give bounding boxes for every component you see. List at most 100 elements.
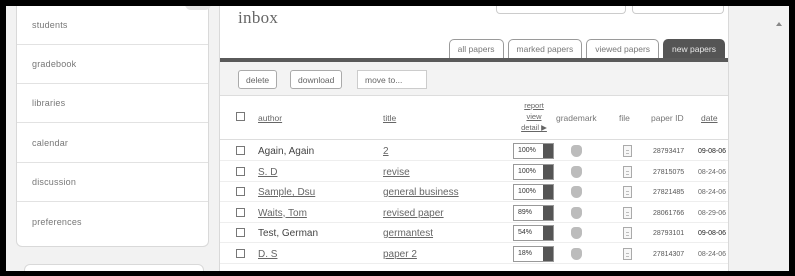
grademark-icon[interactable] [571, 227, 582, 239]
file-icon[interactable] [623, 186, 632, 198]
similarity-report-badge[interactable]: 89% [513, 204, 554, 221]
similarity-bar [543, 246, 553, 261]
table-row: Test, German germantest 54% 28793101 09-08-0… [220, 223, 728, 243]
row-checkbox[interactable] [236, 207, 245, 217]
author-cell: Again, Again [258, 146, 315, 157]
sidebar-item-label: libraries [32, 98, 66, 108]
similarity-bar [543, 185, 553, 199]
inbox-toolbar: delete download move to... [220, 62, 728, 96]
similarity-report-badge[interactable]: 100% [513, 163, 554, 180]
delete-button[interactable]: delete [238, 70, 278, 89]
author-cell[interactable]: D. S [258, 249, 277, 260]
file-icon[interactable] [623, 247, 632, 260]
author-cell[interactable]: Sample, Dsu [258, 187, 315, 198]
title-column-header[interactable]: title [383, 113, 396, 123]
row-checkbox[interactable] [236, 228, 245, 237]
view-header-line: view [526, 112, 542, 121]
download-button[interactable]: download [290, 70, 343, 89]
right-gutter [731, 6, 789, 271]
top-select-field[interactable] [632, 6, 724, 14]
file-icon[interactable] [623, 145, 632, 157]
grademark-icon[interactable] [571, 247, 582, 260]
row-checkbox[interactable] [236, 187, 245, 196]
paper-id-column-header: paper ID [651, 113, 684, 123]
row-checkbox[interactable] [236, 248, 245, 258]
date-cell: 09-08-06 [698, 230, 727, 237]
sidebar-item-label: calendar [32, 137, 69, 148]
paper-filter-tabs: all papers marked papers viewed papers n… [448, 39, 725, 58]
similarity-percent: 100% [518, 147, 536, 154]
sidebar-item-libraries[interactable]: libraries [17, 84, 208, 123]
paper-id-cell: 27815075 [653, 168, 685, 176]
similarity-percent: 100% [518, 167, 536, 175]
file-icon[interactable] [623, 227, 632, 239]
date-column-header[interactable]: date [701, 113, 718, 123]
similarity-bar [543, 226, 553, 240]
sidebar-item-students[interactable]: students [17, 6, 208, 45]
title-link[interactable]: germantest [383, 228, 433, 239]
title-link[interactable]: revised paper [383, 208, 444, 219]
tab-marked-papers[interactable]: marked papers [507, 39, 583, 58]
author-cell[interactable]: S. D [258, 167, 277, 178]
sidebar-secondary-box [24, 264, 204, 271]
date-cell: 08-29-06 [698, 209, 727, 217]
tab-all-papers[interactable]: all papers [448, 39, 504, 58]
similarity-percent: 18% [518, 249, 533, 257]
sidebar-item-label: preferences [32, 216, 82, 227]
author-cell: Test, German [258, 228, 319, 239]
tab-new-papers[interactable]: new papers [663, 39, 725, 58]
similarity-report-badge[interactable]: 54% [513, 225, 554, 241]
inbox-panel: inbox all papers marked papers viewed pa… [219, 6, 729, 271]
date-cell: 08-24-06 [698, 250, 727, 258]
grademark-icon[interactable] [571, 165, 582, 178]
title-link[interactable]: paper 2 [383, 249, 417, 260]
sidebar-item-discussion[interactable]: discussion [17, 163, 208, 202]
sidebar-tab-knob [185, 6, 211, 10]
detail-header-line: detail ▶ [521, 123, 547, 132]
sidebar-item-label: students [32, 20, 68, 30]
table-header: author title report view detail ▶ gradem… [220, 96, 728, 140]
file-icon[interactable] [623, 206, 632, 219]
paper-id-cell: 28793417 [653, 148, 685, 155]
top-search-field[interactable] [496, 6, 626, 14]
table-row: Waits, Tom revised paper 89% 28061766 08-29-… [220, 203, 728, 223]
sidebar-item-gradebook[interactable]: gradebook [17, 45, 208, 84]
date-cell: 09-08-06 [698, 148, 727, 155]
paper-id-cell: 27814307 [653, 250, 685, 258]
grademark-icon[interactable] [571, 186, 582, 198]
sidebar-item-label: discussion [32, 177, 77, 187]
row-checkbox[interactable] [236, 146, 245, 155]
table-row: Sample, Dsu general business 100% 27821485 0… [220, 182, 728, 202]
paper-id-cell: 28793101 [653, 230, 685, 237]
similarity-bar [543, 205, 553, 220]
title-link[interactable]: 2 [383, 146, 389, 157]
table-row: Again, Again 2 100% 28793417 09-08-06 [220, 141, 728, 161]
file-column-header: file [619, 113, 630, 123]
row-checkbox[interactable] [236, 166, 245, 176]
sidebar-item-calendar[interactable]: calendar [17, 123, 208, 163]
similarity-report-badge[interactable]: 18% [513, 245, 554, 262]
title-link[interactable]: general business [383, 187, 459, 198]
scroll-up-icon[interactable] [776, 22, 782, 26]
similarity-report-badge[interactable]: 100% [513, 184, 554, 200]
file-icon[interactable] [623, 165, 632, 178]
date-cell: 08-24-06 [698, 168, 727, 176]
similarity-percent: 100% [518, 188, 536, 195]
sidebar-item-preferences[interactable]: preferences [17, 202, 208, 241]
similarity-percent: 54% [518, 229, 533, 236]
grademark-icon[interactable] [571, 145, 582, 157]
similarity-percent: 89% [518, 208, 533, 216]
paper-id-cell: 27821485 [653, 189, 685, 196]
author-cell[interactable]: Waits, Tom [258, 208, 307, 219]
table-row: S. D revise 100% 27815075 08-24-06 [220, 162, 728, 182]
title-link[interactable]: revise [383, 167, 410, 178]
report-column-header[interactable]: report view detail ▶ [514, 100, 554, 133]
similarity-bar [543, 144, 553, 158]
grademark-icon[interactable] [571, 206, 582, 219]
author-column-header[interactable]: author [258, 113, 282, 123]
similarity-report-badge[interactable]: 100% [513, 143, 554, 159]
report-header-line: report [524, 101, 544, 110]
move-to-dropdown[interactable]: move to... [357, 70, 427, 89]
tab-viewed-papers[interactable]: viewed papers [586, 39, 660, 58]
select-all-checkbox[interactable] [236, 112, 245, 121]
